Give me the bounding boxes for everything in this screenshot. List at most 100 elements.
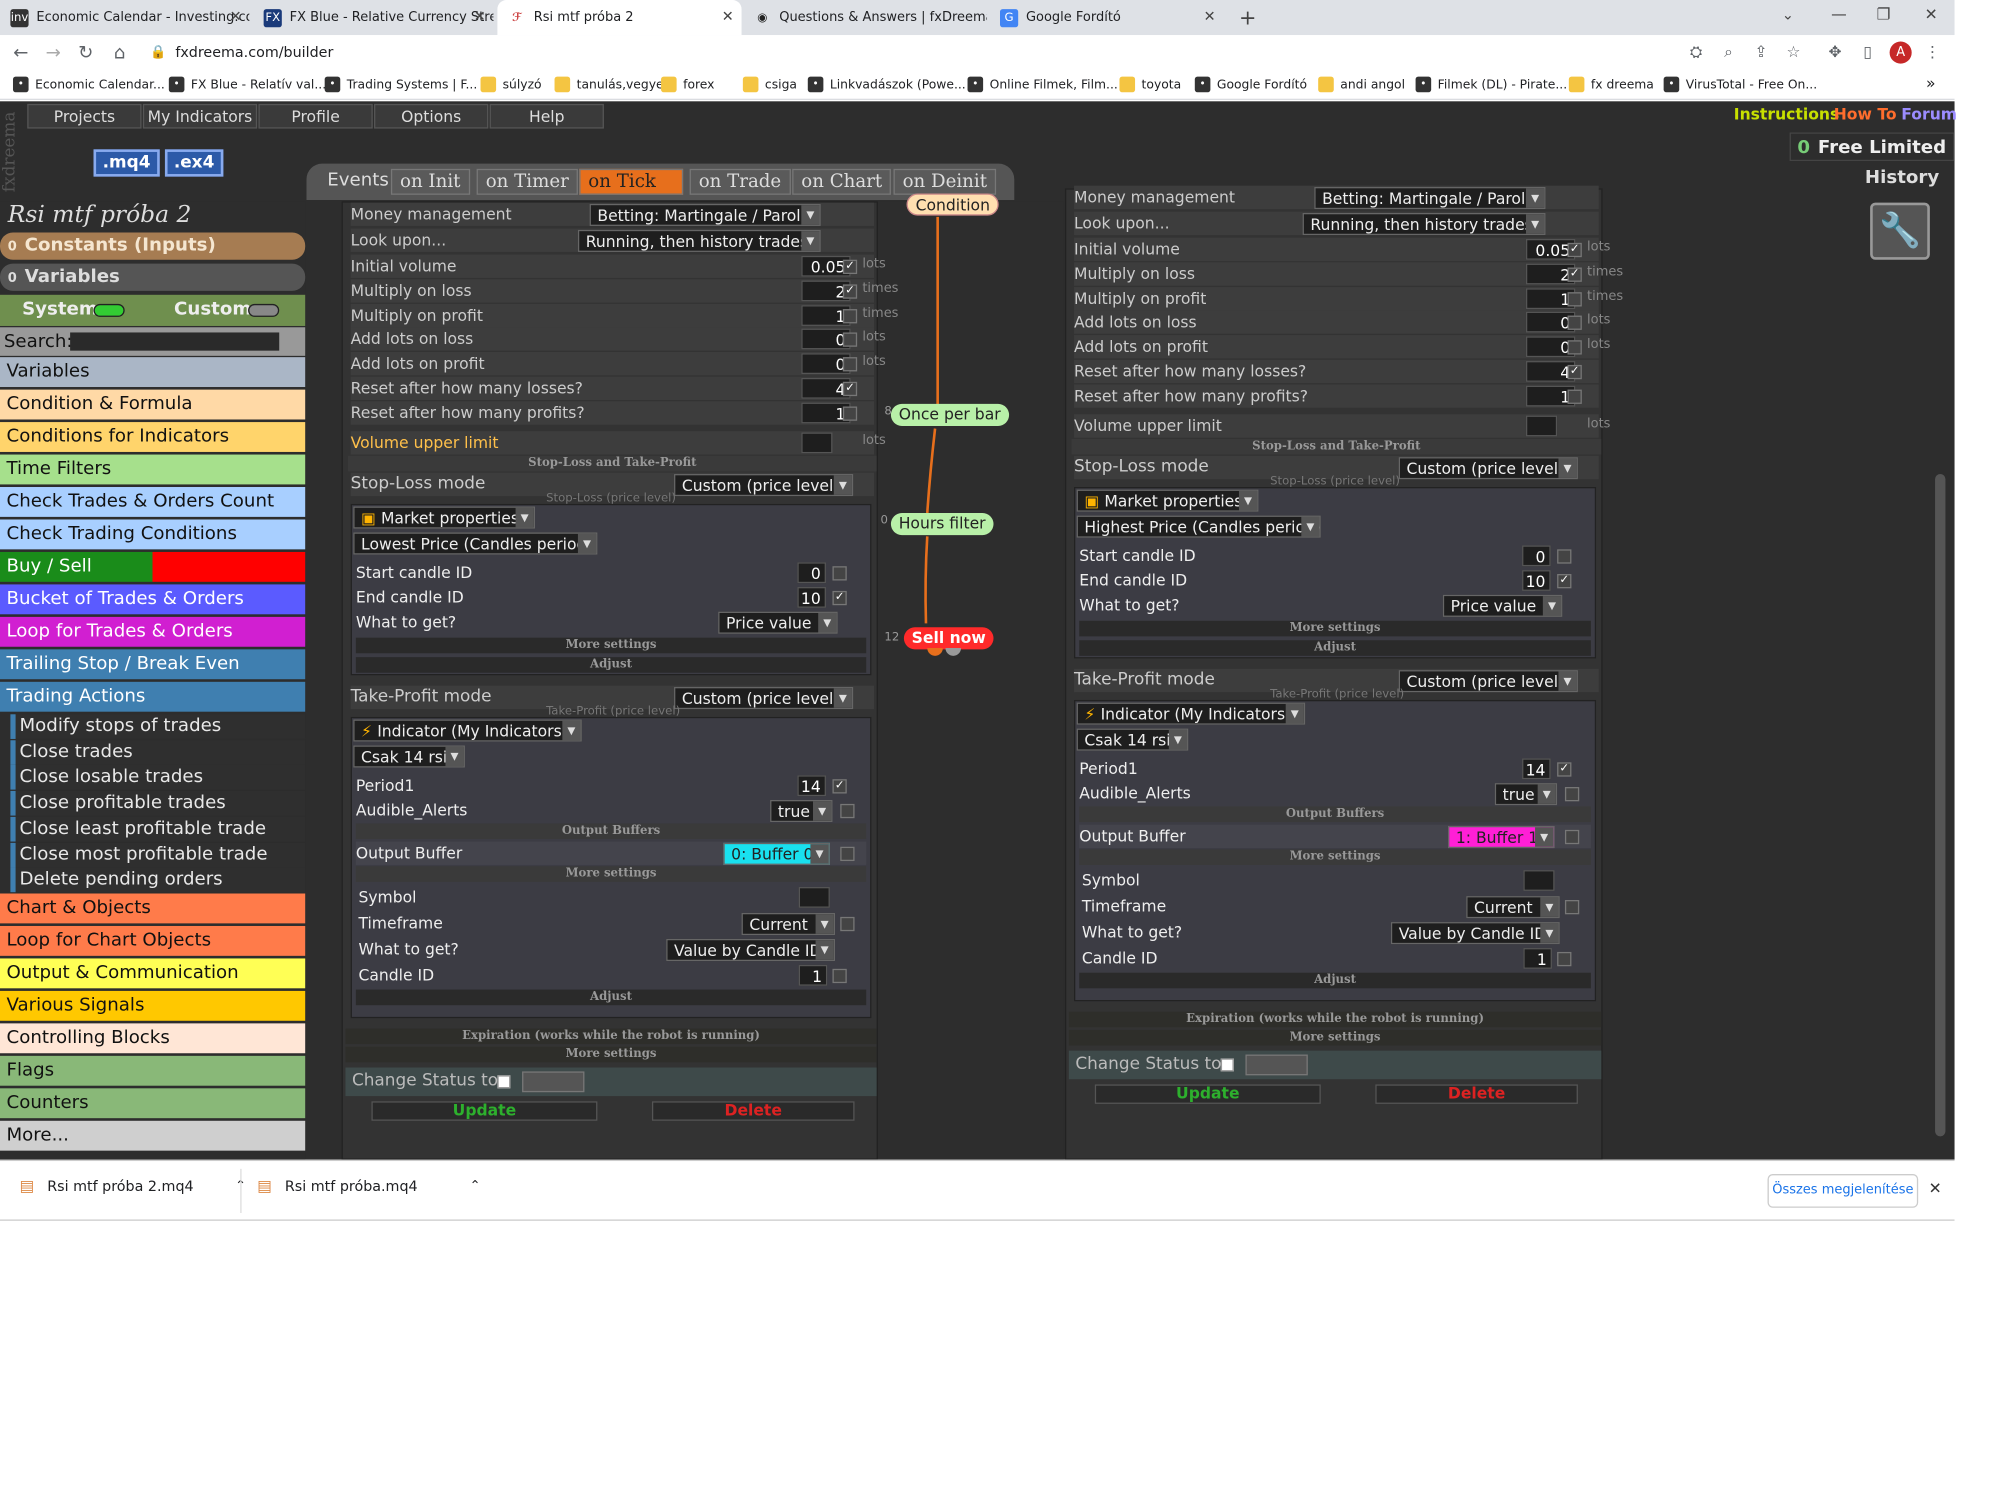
audible-alerts-select[interactable]: true ▼ [1494, 782, 1558, 805]
status-select[interactable] [522, 1070, 585, 1092]
what-to-get-select[interactable]: Price value ▼ [718, 611, 838, 634]
checkbox[interactable]: ✓ [1567, 364, 1582, 379]
update-button[interactable]: Update [1094, 1083, 1321, 1104]
home-icon[interactable]: ⌂ [109, 43, 130, 64]
category-buy-sell[interactable]: Buy / Sell [0, 551, 306, 582]
adjust-bar[interactable]: Adjust [1079, 972, 1591, 988]
delete-button[interactable]: Delete [651, 1100, 855, 1121]
category-flags[interactable]: Flags [0, 1055, 306, 1086]
candle-id-field[interactable]: 1 [1523, 947, 1552, 969]
checkbox[interactable] [842, 405, 858, 421]
audible-alerts-select[interactable]: true ▼ [770, 799, 833, 822]
look-upon-select[interactable]: Running, then history trades ▼ [1302, 212, 1546, 236]
checkbox[interactable] [1567, 316, 1582, 331]
take-profit-source-select[interactable]: ⚡ Indicator (My Indicators) ▼ [353, 718, 582, 741]
checkbox[interactable] [842, 308, 858, 323]
volume-upper-limit-field[interactable] [801, 431, 833, 453]
bookmark-item[interactable]: • Google Fordító [1194, 76, 1307, 93]
search-input[interactable] [70, 332, 280, 351]
more-bookmarks-icon[interactable]: » [1926, 74, 1936, 92]
category-counters[interactable]: Counters [0, 1088, 306, 1119]
more-settings-bar[interactable]: More settings [345, 1046, 877, 1062]
forum-link[interactable]: Forum [1901, 105, 1957, 123]
checkbox[interactable] [1567, 340, 1582, 355]
category-controlling-blocks[interactable]: Controlling Blocks [0, 1023, 306, 1054]
browser-tab[interactable]: ◉ Questions & Answers | fxDreema [743, 0, 987, 35]
category-variables[interactable]: Variables [0, 357, 306, 388]
system-switch[interactable] [93, 303, 125, 317]
flow-node-condition[interactable]: Condition [906, 193, 1000, 216]
bookmark-item[interactable]: • Online Filmek, Film... [967, 76, 1118, 93]
bookmark-item[interactable]: • Trading Systems | F... [324, 76, 477, 93]
category-condition-formula[interactable]: Condition & Formula [0, 389, 306, 420]
profile-avatar[interactable]: A [1889, 41, 1912, 64]
bookmark-item[interactable]: andi angol [1318, 76, 1405, 93]
checkbox[interactable] [1564, 786, 1580, 801]
take-profit-source-select[interactable]: ⚡ Indicator (My Indicators) ▼ [1076, 701, 1306, 725]
checkbox[interactable]: ✓ [1557, 761, 1572, 776]
action-close-profitable-trades[interactable]: Close profitable trades [10, 791, 306, 816]
checkbox[interactable]: ✓ [832, 778, 847, 793]
candle-id-field[interactable]: 1 [798, 964, 828, 986]
custom-switch[interactable] [248, 303, 280, 317]
action-close-least-profitable-trade[interactable]: Close least profitable trade [10, 816, 306, 842]
adjust-bar[interactable]: Adjust [355, 656, 867, 673]
forward-icon[interactable]: → [43, 43, 64, 64]
action-close-most-profitable-trade[interactable]: Close most profitable trade [10, 842, 306, 867]
field-period1[interactable]: 14 [797, 774, 826, 796]
more-settings-bar[interactable]: More settings [355, 637, 867, 653]
output-buffer-select[interactable]: 0: Buffer 0 ▼ [723, 842, 830, 865]
zoom-icon[interactable]: ⌕ [1718, 43, 1739, 62]
category-trading-actions[interactable]: Trading Actions [0, 681, 306, 712]
checkbox[interactable] [840, 916, 855, 931]
field-start-candle[interactable]: 0 [1522, 544, 1551, 566]
bookmark-item[interactable]: • VirusTotal - Free On... [1663, 76, 1817, 93]
symbol-field[interactable] [798, 886, 830, 908]
flow-node-hours-filter[interactable]: Hours filter [890, 512, 994, 536]
new-tab-button[interactable]: + [1239, 5, 1256, 30]
value-type-select[interactable]: Value by Candle ID ▼ [1390, 921, 1560, 944]
change-status-checkbox[interactable] [1220, 1057, 1234, 1071]
timeframe-select[interactable]: Current ▼ [1466, 895, 1560, 918]
translate-icon[interactable]: ⛭ [1686, 43, 1707, 62]
howto-link[interactable]: How To [1834, 105, 1897, 123]
category-loop-for-trades-orders[interactable]: Loop for Trades & Orders [0, 616, 306, 647]
category-loop-for-chart-objects[interactable]: Loop for Chart Objects [0, 925, 306, 956]
url-text[interactable]: fxdreema.com/builder [175, 44, 333, 61]
browser-tab[interactable]: inv Economic Calendar - Investing.co ✕ [0, 0, 249, 35]
checkbox[interactable]: ✓ [842, 259, 858, 275]
category-check-trades-orders-count[interactable]: Check Trades & Orders Count [0, 487, 306, 517]
bookmark-item[interactable]: súlyzó [480, 76, 542, 93]
show-all-downloads-button[interactable]: Összes megjelenítése [1767, 1174, 1919, 1208]
category-trailing-stop-break-even[interactable]: Trailing Stop / Break Even [0, 649, 306, 680]
download-item[interactable]: ▤ Rsi mtf próba.mq4 ⌃ [257, 1177, 480, 1195]
candles-function-select[interactable]: Lowest Price (Candles period) ▼ [353, 531, 598, 554]
star-icon[interactable]: ☆ [1783, 43, 1804, 61]
action-close-losable-trades[interactable]: Close losable trades [10, 765, 306, 791]
flow-node-once-per-bar[interactable]: Once per bar [890, 403, 1009, 426]
tab-search-icon[interactable]: ⌄ [1782, 6, 1794, 23]
take-profit-mode-select[interactable]: Custom (price level) ▼ [1398, 669, 1578, 692]
close-icon[interactable]: ✕ [722, 8, 734, 25]
more-menu-icon[interactable]: ⋮ [1922, 43, 1943, 61]
checkbox[interactable]: ✓ [1567, 242, 1582, 258]
constants-button[interactable]: 0 Constants (Inputs) [0, 232, 306, 260]
ex4-button[interactable]: .ex4 [164, 149, 224, 177]
project-title[interactable]: Rsi mtf próba 2 [8, 201, 192, 228]
indicator-select[interactable]: Csak 14 rsi ▼ [353, 744, 465, 767]
field-period1[interactable]: 14 [1522, 757, 1551, 779]
stop-loss-source-select[interactable]: ▣ Market properties ▼ [353, 505, 536, 528]
browser-tab[interactable]: FX FX Blue - Relative Currency Stren ✕ [253, 0, 494, 35]
bookmark-item[interactable]: csiga [742, 76, 797, 93]
update-button[interactable]: Update [371, 1100, 598, 1121]
category-time-filters[interactable]: Time Filters [0, 454, 306, 485]
minimize-button[interactable]: — [1831, 5, 1847, 23]
bookmark-item[interactable]: forex [661, 76, 714, 93]
window-close-button[interactable]: ✕ [1925, 5, 1938, 23]
adjust-bar[interactable]: Adjust [355, 988, 867, 1005]
checkbox[interactable] [832, 968, 847, 983]
bookmark-item[interactable]: • Linkvadászok (Powe... [807, 76, 966, 93]
checkbox[interactable]: ✓ [832, 590, 847, 605]
more-settings-bar[interactable]: More settings [1079, 620, 1591, 636]
checkbox[interactable] [840, 803, 855, 818]
